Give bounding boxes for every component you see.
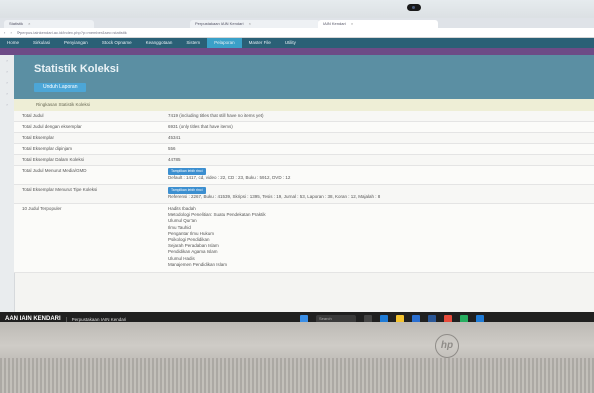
- stat-value: Tampilkan lebih rinci Referensi : 2267, …: [168, 187, 380, 200]
- close-icon[interactable]: ×: [351, 21, 353, 26]
- gutter-marker: ›: [6, 80, 8, 85]
- left-gutter: › › › › ›: [0, 55, 15, 315]
- browser-tab[interactable]: Statistik ×: [4, 20, 94, 28]
- table-row: Total Judul dengan eksemplar 6931 (only …: [14, 122, 594, 133]
- nav-item-sirkulasi[interactable]: Sirkulasi: [26, 38, 57, 48]
- stats-table: Total Judul 7419 (including titles that …: [14, 111, 594, 273]
- stat-value: 45341: [168, 135, 181, 140]
- stat-label: Total Judul Menurut Media/GMD: [22, 168, 87, 173]
- hp-logo-icon: hp: [435, 334, 459, 358]
- monitor-screen: Statistik × Perpustakaan IAIN Kendari × …: [0, 18, 594, 326]
- taskbar-subtitle: Perpustakaan IAIN Kendari: [65, 316, 132, 322]
- stat-value: Tampilkan lebih rinci Default : 1417, cd…: [168, 168, 290, 181]
- url-text[interactable]: perpus.iainkendari.ac.id/index.php?p=mem…: [20, 30, 320, 35]
- gutter-marker: ›: [6, 91, 8, 96]
- gutter-marker: ›: [6, 69, 8, 74]
- stat-label: Total Eksemplar Dalam Koleksi: [22, 157, 85, 162]
- stat-label: 10 Judul Terpopuler: [22, 206, 62, 211]
- details-button[interactable]: Tampilkan lebih rinci: [168, 168, 206, 175]
- speaker-grille: [0, 358, 594, 393]
- stat-label: Total Eksemplar: [22, 135, 55, 140]
- nav-item-keanggotaan[interactable]: Keanggotaan: [139, 38, 180, 48]
- nav-item-penyiangan[interactable]: Penyiangan: [57, 38, 95, 48]
- close-icon[interactable]: ×: [28, 21, 30, 26]
- details-button[interactable]: Tampilkan lebih rinci: [168, 187, 206, 194]
- stat-value: 6931 (only titles that have items): [168, 124, 233, 129]
- table-row: Total Eksemplar dipinjam 556: [14, 144, 594, 155]
- stat-value: 556: [168, 146, 176, 151]
- nav-item-stock-opname[interactable]: Stock Opname: [95, 38, 139, 48]
- browser-tab-active[interactable]: IAIN Kendari ×: [318, 20, 438, 28]
- nav-item-pelaporan[interactable]: Pelaporan: [207, 38, 242, 48]
- browser-tab[interactable]: Perpustakaan IAIN Kendari ×: [190, 20, 320, 28]
- nav-item-home[interactable]: Home: [0, 38, 26, 48]
- stat-label: Total Judul: [22, 113, 44, 118]
- table-row: Total Judul Menurut Media/GMD Tampilkan …: [14, 166, 594, 185]
- gutter-marker: ›: [6, 58, 8, 63]
- table-row: Total Eksemplar 45341: [14, 133, 594, 144]
- table-row: Total Eksemplar Dalam Koleksi 44785: [14, 155, 594, 166]
- summary-heading: Ringkasan Statistik Koleksi: [36, 102, 91, 107]
- table-row: 10 Judul Terpopuler Hadits Ibadah Metodo…: [14, 204, 594, 273]
- webcam: [407, 4, 421, 11]
- stat-value: 44785: [168, 157, 181, 162]
- gmd-breakdown: Default : 1417, cd, video : 22, CD : 23,…: [168, 175, 291, 180]
- page-header: Statistik Koleksi Unduh Laporan: [14, 55, 594, 99]
- tab-label: Perpustakaan IAIN Kendari: [195, 21, 244, 26]
- table-row: Total Judul 7419 (including titles that …: [14, 111, 594, 122]
- nav-item-utility[interactable]: Utility: [278, 38, 303, 48]
- stat-label: Total Eksemplar Menurut Tipe Koleksi: [22, 187, 98, 192]
- address-bar[interactable]: ‹ › ⟳ perpus.iainkendari.ac.id/index.php…: [0, 28, 594, 38]
- sub-nav: [0, 48, 594, 55]
- tab-label: Statistik: [9, 21, 24, 26]
- gutter-marker: ›: [6, 102, 8, 107]
- table-row: Total Eksemplar Menurut Tipe Koleksi Tam…: [14, 185, 594, 204]
- tab-label: IAIN Kendari: [323, 21, 346, 26]
- download-report-button[interactable]: Unduh Laporan: [34, 83, 87, 92]
- browser-tabbar: Statistik × Perpustakaan IAIN Kendari × …: [0, 18, 594, 28]
- close-icon[interactable]: ×: [249, 21, 251, 26]
- type-breakdown: Referensi : 2267, Buku : 41539, Skripsi …: [168, 194, 381, 199]
- nav-item-sistem[interactable]: Sistem: [179, 38, 207, 48]
- summary-bar: Ringkasan Statistik Koleksi: [14, 99, 594, 111]
- stat-label: Total Eksemplar dipinjam: [22, 146, 73, 151]
- main-nav: Home Sirkulasi Penyiangan Stock Opname K…: [0, 38, 594, 48]
- page-title: Statistik Koleksi: [34, 63, 119, 75]
- stat-value: 7419 (including titles that still have n…: [168, 113, 264, 118]
- popular-list: Hadits Ibadah Metodologi Penelitian: Sua…: [168, 206, 266, 268]
- stat-label: Total Judul dengan eksemplar: [22, 124, 82, 129]
- nav-item-master-file[interactable]: Master File: [242, 38, 278, 48]
- list-item: Manajemen Pendidikan Islam: [168, 261, 228, 267]
